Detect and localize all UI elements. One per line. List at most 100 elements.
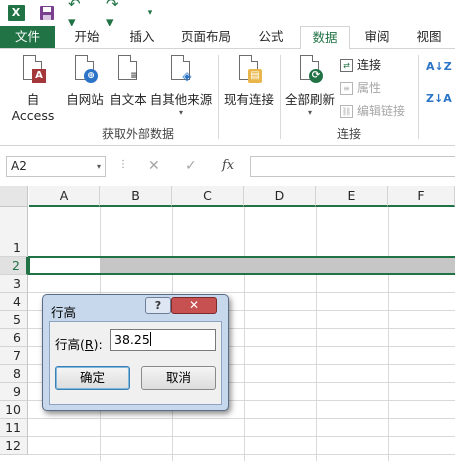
tab-view[interactable]: 视图	[408, 26, 450, 48]
gridline	[28, 418, 455, 419]
customize-toolbar-icon[interactable]: ▾	[144, 3, 156, 23]
properties-button[interactable]: ≡ 属性	[340, 78, 381, 98]
ribbon-tabs: 文件 开始 插入 页面布局 公式 数据 审阅 视图	[0, 26, 455, 49]
formula-bar-grip-icon: ⋮	[118, 159, 128, 170]
excel-logo-letter: X	[7, 5, 25, 21]
cancel-button[interactable]: 取消	[141, 366, 216, 390]
row-header-1[interactable]: 1	[0, 207, 28, 257]
get-external-data-group-label: 获取外部数据	[102, 127, 175, 141]
row-header-2[interactable]: 2	[0, 257, 28, 275]
edit-links-icon: ⛓	[340, 104, 353, 118]
row-height-label: 行高(R):	[55, 334, 103, 353]
access-database-icon: A	[32, 69, 46, 83]
save-icon[interactable]	[38, 3, 56, 23]
column-header-e[interactable]: E	[316, 186, 388, 207]
dialog-body: 行高(R): 38.25 确定 取消	[49, 321, 222, 405]
select-all-corner[interactable]	[0, 186, 28, 207]
row-height-input[interactable]: 38.25	[110, 329, 216, 351]
refresh-icon: ⟳	[309, 69, 323, 83]
connections-button[interactable]: ⇄ 连接	[340, 55, 381, 75]
row-header-4[interactable]: 4	[0, 293, 28, 311]
row-header-9[interactable]: 9	[0, 383, 28, 401]
gridline	[388, 207, 389, 461]
formula-bar: A2 ▾ ⋮ ✕ ✓ fx	[0, 146, 455, 186]
tab-insert[interactable]: 插入	[118, 26, 166, 48]
cancel-entry-icon[interactable]: ✕	[148, 158, 160, 174]
insert-function-icon[interactable]: fx	[222, 158, 234, 173]
row-header-6[interactable]: 6	[0, 329, 28, 347]
gridline	[28, 436, 455, 437]
database-icon: ▤	[248, 69, 262, 83]
row-header-7[interactable]: 7	[0, 347, 28, 365]
undo-icon[interactable]: ↶ ▾	[68, 0, 92, 31]
from-text-button[interactable]: ≡ 自文本	[107, 55, 149, 115]
row-height-label-key: R	[84, 337, 94, 352]
globe-web-icon: ⊕	[84, 69, 98, 83]
name-box-dropdown-icon[interactable]: ▾	[97, 157, 101, 176]
properties-label: 属性	[357, 81, 382, 95]
from-web-button[interactable]: ⊕ 自网站	[64, 55, 106, 115]
row-header-5[interactable]: 5	[0, 311, 28, 329]
connections-icon: ⇄	[340, 58, 353, 72]
text-file-icon: ≡	[130, 71, 138, 81]
from-other-sources-button[interactable]: ◈ 自其他来源 ▾	[148, 55, 214, 117]
ribbon-data: A 自 Access ⊕ 自网站 ≡ 自文本 ◈ 自其他来源 ▾ 获取外部数据 …	[0, 48, 455, 146]
existing-connections-label: 现有连接	[223, 92, 274, 107]
edit-links-label: 编辑链接	[357, 104, 406, 118]
ok-button[interactable]: 确定	[55, 366, 130, 390]
from-text-label: 自文本	[109, 92, 147, 107]
gridline	[244, 207, 245, 461]
from-web-label: 自网站	[66, 92, 104, 107]
name-box[interactable]: A2 ▾	[6, 156, 106, 177]
column-header-d[interactable]: D	[244, 186, 316, 207]
column-header-b[interactable]: B	[100, 186, 172, 207]
redo-icon[interactable]: ↷ ▾	[106, 0, 130, 31]
gridline	[28, 454, 455, 455]
connections-group-label: 连接	[337, 127, 362, 141]
excel-logo-icon: X	[6, 3, 26, 23]
row-header-12[interactable]: 12	[0, 437, 28, 455]
tab-data[interactable]: 数据	[300, 26, 350, 49]
text-caret	[149, 332, 151, 346]
dialog-title: 行高	[51, 305, 77, 320]
tab-page-layout[interactable]: 页面布局	[172, 26, 240, 48]
tab-formulas[interactable]: 公式	[248, 26, 294, 48]
formula-input[interactable]	[250, 156, 455, 177]
selection-border	[28, 256, 455, 275]
other-sources-icon: ◈	[182, 69, 192, 83]
group-separator	[280, 55, 281, 139]
row-header-3[interactable]: 3	[0, 275, 28, 293]
sort-descending-icon[interactable]: Z↓A	[426, 93, 452, 105]
confirm-entry-icon[interactable]: ✓	[185, 158, 197, 174]
tab-file[interactable]: 文件	[0, 26, 55, 48]
existing-connections-button[interactable]: ▤ 现有连接	[222, 55, 276, 115]
row-header-10[interactable]: 10	[0, 401, 28, 419]
gridline	[316, 207, 317, 461]
from-access-button[interactable]: A 自 Access	[4, 55, 62, 123]
connections-label: 连接	[357, 58, 382, 72]
edit-links-button[interactable]: ⛓ 编辑链接	[340, 101, 405, 121]
sort-ascending-icon[interactable]: A↓Z	[426, 61, 452, 73]
row-height-value: 38.25	[114, 332, 150, 347]
row-header-8[interactable]: 8	[0, 365, 28, 383]
refresh-all-label: 全部刷新	[284, 92, 335, 107]
refresh-all-button[interactable]: ⟳ 全部刷新 ▾	[284, 55, 336, 117]
tab-review[interactable]: 审阅	[356, 26, 398, 48]
from-other-dropdown-icon: ▾	[178, 108, 183, 117]
quick-access-toolbar: X ↶ ▾ ↷ ▾ ▾	[0, 0, 455, 31]
row-height-label-post: ):	[93, 337, 103, 352]
column-header-f[interactable]: F	[388, 186, 455, 207]
help-icon[interactable]: ?	[145, 297, 171, 314]
from-other-sources-label: 自其他来源	[149, 92, 213, 107]
refresh-all-dropdown-icon: ▾	[307, 108, 312, 117]
gridline	[28, 292, 455, 293]
close-icon[interactable]: ✕	[171, 297, 217, 314]
column-header-c[interactable]: C	[172, 186, 244, 207]
group-separator	[218, 55, 219, 139]
row-header-11[interactable]: 11	[0, 419, 28, 437]
tab-home[interactable]: 开始	[62, 26, 112, 48]
row-height-label-pre: 行高(	[55, 337, 85, 352]
from-access-label: 自 Access	[11, 92, 55, 123]
column-header-a[interactable]: A	[29, 186, 100, 207]
properties-icon: ≡	[340, 81, 353, 95]
